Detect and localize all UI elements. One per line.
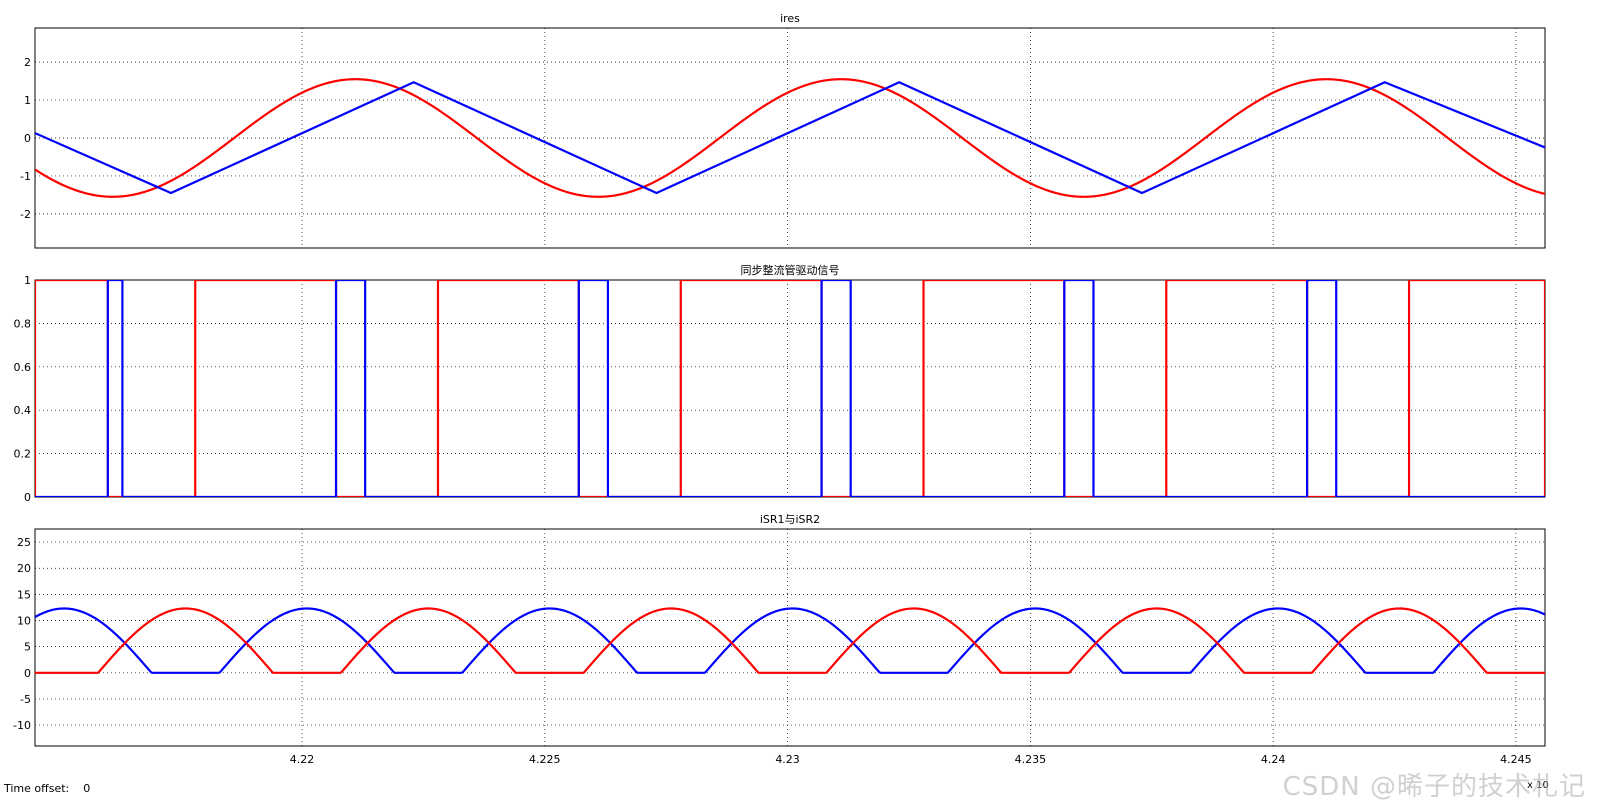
x-scale-label: x 10 (1527, 780, 1549, 791)
y-tick-label: 0 (24, 667, 31, 680)
y-tick-label: -5 (20, 693, 31, 706)
y-tick-label: 1 (24, 94, 31, 107)
y-tick-label: 0.6 (14, 361, 32, 374)
x-tick-label: 4.245 (1500, 753, 1532, 766)
plot-area (34, 279, 1546, 498)
time-offset-readout: Time offset: 0 (4, 782, 90, 795)
plot-area (34, 528, 1546, 747)
y-tick-label: 25 (17, 536, 31, 549)
x-tick-label: 4.225 (529, 753, 561, 766)
y-tick-label: 2 (24, 56, 31, 69)
x-tick-label: 4.24 (1261, 753, 1286, 766)
time-offset-value: 0 (83, 782, 91, 795)
scope-panel-3: -10 -5 0 5 10 15 20 25 iSR1与iSR2 4.22 4.225 4.23 4.2… (13, 513, 1549, 791)
panel-title: ires (780, 12, 800, 25)
plot-area (34, 27, 1546, 249)
y-tick-label: 0.4 (14, 404, 32, 417)
y-tick-label: 0.8 (14, 317, 32, 330)
panel-title: iSR1与iSR2 (760, 513, 820, 526)
scope-panel-2: 0 0.2 0.4 0.6 0.8 1 同步整流管驱动信号 (14, 263, 1546, 504)
y-tick-label: 15 (17, 588, 31, 601)
y-tick-label: 5 (24, 641, 31, 654)
y-tick-label: -10 (13, 719, 31, 732)
y-tick-label: -2 (20, 208, 31, 221)
y-tick-label: -1 (20, 170, 31, 183)
y-tick-label: 1 (24, 274, 31, 287)
scope-panel-1: -2 -1 0 1 2 ires (20, 12, 1546, 249)
panel-title: 同步整流管驱动信号 (741, 263, 840, 277)
y-tick-label: 20 (17, 562, 31, 575)
x-tick-label: 4.23 (775, 753, 800, 766)
scope-figure: -2-1012ires00.20.40.60.81同步整流管驱动信号-10-50… (13, 12, 1549, 791)
y-tick-label: 0.2 (14, 448, 32, 461)
time-offset-label: Time offset: (4, 782, 70, 795)
x-tick-label: 4.22 (290, 753, 315, 766)
x-tick-label: 4.235 (1015, 753, 1047, 766)
y-tick-label: 0 (24, 491, 31, 504)
y-tick-label: 10 (17, 615, 31, 628)
y-tick-label: 0 (24, 132, 31, 145)
